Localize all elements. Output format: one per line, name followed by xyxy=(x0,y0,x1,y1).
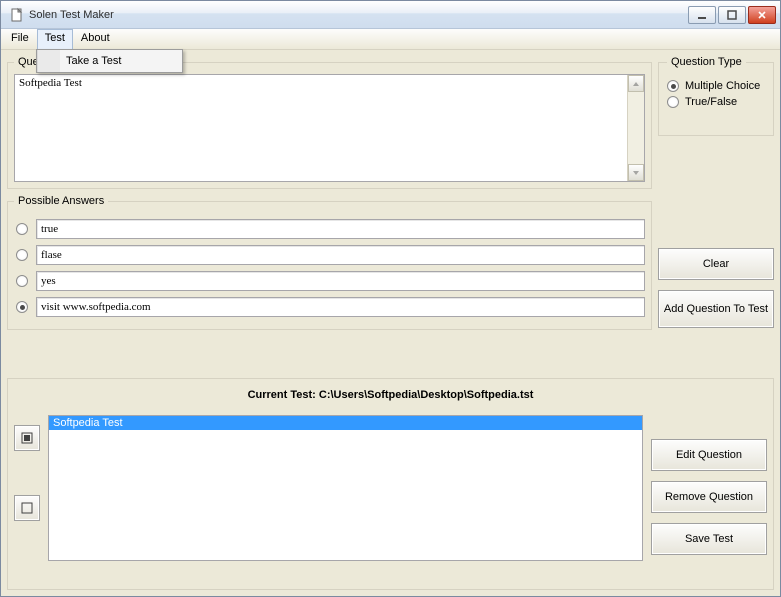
minimize-button[interactable] xyxy=(688,6,716,24)
answer-row-4 xyxy=(14,297,645,317)
current-test-label: Current Test: C:\Users\Softpedia\Desktop… xyxy=(14,389,767,401)
question-type-legend: Question Type xyxy=(667,56,746,68)
answer-row-2 xyxy=(14,245,645,265)
answers-group: Possible Answers xyxy=(7,195,652,330)
menu-file[interactable]: File xyxy=(3,29,37,49)
question-type-group: Question Type Multiple Choice True/False xyxy=(658,56,774,189)
mid-side-buttons: Clear Add Question To Test xyxy=(658,248,774,328)
select-all-button[interactable] xyxy=(14,425,40,451)
app-window: Solen Test Maker File Test About Take a … xyxy=(0,0,781,597)
answer-radio-1[interactable] xyxy=(16,223,28,235)
maximize-button[interactable] xyxy=(718,6,746,24)
clear-button[interactable]: Clear xyxy=(658,248,774,280)
bottom-side-buttons: Edit Question Remove Question Save Test xyxy=(651,439,767,555)
answer-radio-2[interactable] xyxy=(16,249,28,261)
option-label: Multiple Choice xyxy=(685,80,760,92)
scroll-up-button[interactable] xyxy=(628,75,644,92)
close-button[interactable] xyxy=(748,6,776,24)
radio-icon xyxy=(667,80,679,92)
scroll-down-button[interactable] xyxy=(628,164,644,181)
answer-row-1 xyxy=(14,219,645,239)
answer-input-3[interactable] xyxy=(36,271,645,291)
add-question-button[interactable]: Add Question To Test xyxy=(658,290,774,328)
document-icon xyxy=(9,7,25,23)
radio-icon xyxy=(667,96,679,108)
menubar: File Test About Take a Test xyxy=(1,29,780,50)
deselect-all-button[interactable] xyxy=(14,495,40,521)
option-true-false[interactable]: True/False xyxy=(667,96,765,108)
answer-row-3 xyxy=(14,271,645,291)
reorder-buttons xyxy=(14,425,40,521)
question-textarea[interactable] xyxy=(15,75,627,181)
answers-legend: Possible Answers xyxy=(14,195,108,207)
save-test-button[interactable]: Save Test xyxy=(651,523,767,555)
remove-question-button[interactable]: Remove Question xyxy=(651,481,767,513)
menu-about[interactable]: About xyxy=(73,29,118,49)
question-scrollbar[interactable] xyxy=(627,75,644,181)
option-multiple-choice[interactable]: Multiple Choice xyxy=(667,80,765,92)
answer-input-4[interactable] xyxy=(36,297,645,317)
menu-take-a-test[interactable]: Take a Test xyxy=(37,50,182,72)
client-area: Question Question Type xyxy=(1,50,780,596)
current-test-group: Current Test: C:\Users\Softpedia\Desktop… xyxy=(7,378,774,590)
option-label: True/False xyxy=(685,96,737,108)
question-textarea-wrap xyxy=(14,74,645,182)
window-title: Solen Test Maker xyxy=(29,8,686,21)
question-group: Question xyxy=(7,56,652,189)
answer-input-1[interactable] xyxy=(36,219,645,239)
menu-dropdown: Take a Test xyxy=(36,49,183,73)
answer-radio-3[interactable] xyxy=(16,275,28,287)
window-controls xyxy=(686,6,776,24)
titlebar: Solen Test Maker xyxy=(1,1,780,29)
menu-test[interactable]: Test xyxy=(37,29,73,49)
answer-input-2[interactable] xyxy=(36,245,645,265)
edit-question-button[interactable]: Edit Question xyxy=(651,439,767,471)
list-item[interactable]: Softpedia Test xyxy=(49,416,642,430)
answer-radio-4[interactable] xyxy=(16,301,28,313)
questions-listbox[interactable]: Softpedia Test xyxy=(48,415,643,561)
